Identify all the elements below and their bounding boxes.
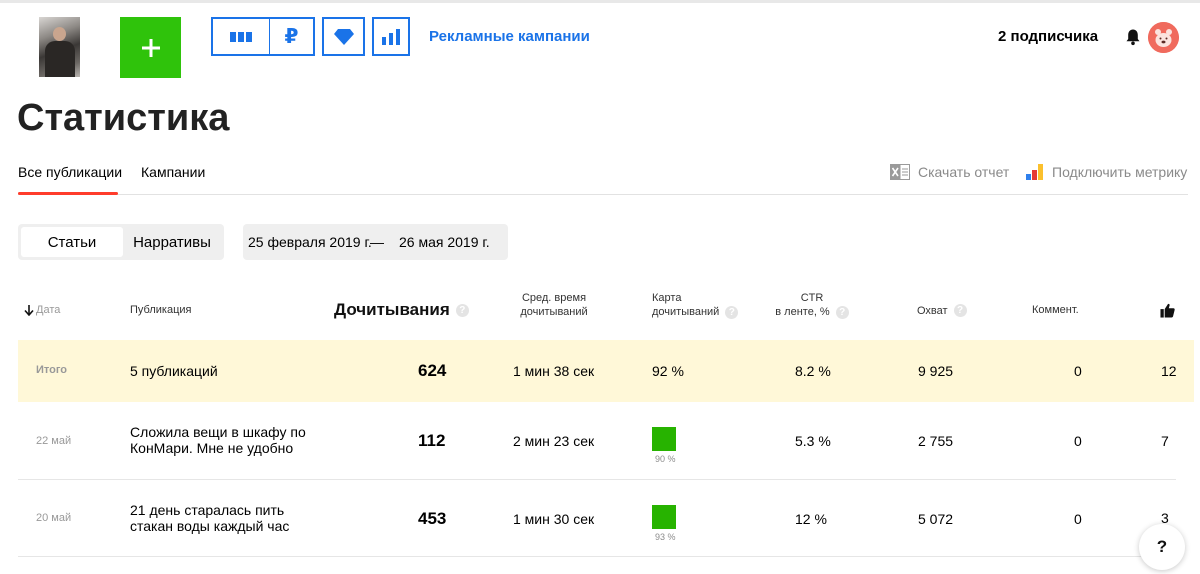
segment-articles[interactable]: Статьи: [21, 227, 123, 257]
statistics-button[interactable]: [372, 17, 410, 56]
totals-likes: 12: [1161, 363, 1177, 379]
row-reads: 453: [418, 509, 447, 528]
totals-label: Итого: [36, 364, 68, 376]
ruble-icon: ₽: [284, 25, 299, 48]
totals-publications: 5 публикаций: [130, 363, 218, 379]
row-reach: 5 072: [918, 511, 954, 527]
read-map-thumbnail[interactable]: [652, 427, 676, 451]
column-avg-time-line1: Сред. время: [521, 292, 587, 304]
help-icon[interactable]: ?: [725, 305, 739, 319]
column-reach-label: Охват: [917, 304, 948, 317]
totals-ctr: 8.2 %: [795, 363, 831, 379]
row-reach: 2 755: [918, 433, 954, 449]
subscribers-count[interactable]: 2 подписчика: [998, 28, 1098, 45]
tab-campaigns[interactable]: Кампании: [141, 164, 205, 180]
row-title-line1: Сложила вещи в шкафу по: [130, 424, 306, 440]
date-range-picker[interactable]: 25 февраля 2019 г. — 26 мая 2019 г.: [243, 224, 508, 260]
add-publication-button[interactable]: [120, 17, 181, 78]
bell-icon[interactable]: [1124, 28, 1142, 46]
connect-metrics-button[interactable]: Подключить метрику: [1026, 164, 1187, 180]
columns-icon: [230, 31, 252, 42]
column-ctr-line2: в ленте, %?: [772, 305, 852, 319]
row-title[interactable]: 21 день старалась пить стакан воды кажды…: [130, 502, 289, 534]
row-date: 20 май: [36, 512, 72, 524]
user-avatar[interactable]: [1148, 22, 1179, 53]
channel-photo[interactable]: [39, 17, 80, 77]
column-read-map[interactable]: Карта дочитываний?: [652, 291, 739, 319]
diamond-icon: [333, 28, 354, 45]
tabs-divider: [18, 194, 1188, 195]
row-date: 22 май: [36, 435, 72, 447]
date-from: 25 февраля 2019 г.: [248, 234, 372, 250]
monetization-button[interactable]: ₽: [269, 17, 315, 56]
avatar-icon: [1148, 22, 1179, 53]
help-icon[interactable]: ?: [455, 303, 469, 317]
content-type-switch: Статьи Нарративы: [18, 224, 224, 260]
read-map-percent: 93 %: [655, 532, 676, 542]
download-report-button[interactable]: Скачать отчет: [890, 164, 1009, 180]
column-read-map-line1: Карта: [652, 292, 682, 304]
column-reach[interactable]: Охват ?: [917, 304, 967, 317]
plus-icon: [141, 38, 160, 57]
totals-reads: 624: [418, 361, 447, 380]
row-title-line2: стакан воды каждый час: [130, 518, 290, 534]
thumbs-up-icon[interactable]: [1160, 303, 1175, 318]
row-likes: 7: [1161, 433, 1169, 449]
metrica-icon: [1026, 164, 1043, 180]
photo-figure: [45, 41, 75, 77]
totals-row: Итого 5 публикаций 624 1 мин 38 сек 92 %…: [18, 340, 1194, 402]
totals-avg-time: 1 мин 38 сек: [513, 363, 595, 379]
column-read-map-line2: дочитываний?: [652, 305, 739, 319]
date-to: 26 мая 2019 г.: [399, 234, 490, 250]
segment-narratives[interactable]: Нарративы: [123, 227, 221, 257]
column-ctr[interactable]: CTR в ленте, %?: [772, 291, 852, 319]
row-comments: 0: [1074, 511, 1082, 527]
table-row[interactable]: 22 май Сложила вещи в шкафу по КонМари. …: [18, 402, 1194, 479]
download-report-label: Скачать отчет: [918, 164, 1010, 180]
top-border: [0, 0, 1200, 3]
row-title-line2: КонМари. Мне не удобно: [130, 440, 294, 456]
totals-comments: 0: [1074, 363, 1082, 379]
row-title[interactable]: Сложила вещи в шкафу по КонМари. Мне не …: [130, 424, 306, 456]
columns-button[interactable]: [211, 17, 270, 56]
date-separator: —: [370, 234, 384, 250]
column-reads-label: Дочитывания: [334, 300, 450, 319]
active-tab-indicator: [18, 192, 118, 195]
column-comments[interactable]: Коммент.: [1032, 304, 1079, 316]
row-reads: 112: [418, 431, 446, 450]
connect-metrics-label: Подключить метрику: [1052, 164, 1188, 180]
excel-icon: [890, 164, 910, 180]
arrow-down-icon: [24, 304, 34, 316]
page-title: Статистика: [17, 97, 230, 139]
row-ctr: 12 %: [795, 511, 827, 527]
row-comments: 0: [1074, 433, 1082, 449]
help-icon[interactable]: ?: [835, 305, 849, 319]
column-avg-time[interactable]: Сред. время дочитываний: [512, 291, 596, 319]
row-avg-time: 2 мин 23 сек: [513, 433, 595, 449]
row-ctr: 5.3 %: [795, 433, 831, 449]
table-row[interactable]: 20 май 21 день старалась пить стакан вод…: [18, 479, 1194, 557]
help-icon[interactable]: ?: [953, 304, 967, 317]
totals-read-map: 92 %: [652, 363, 684, 379]
bar-chart-icon: [382, 28, 400, 45]
column-date-label: Дата: [36, 304, 61, 316]
ad-campaigns-link[interactable]: Рекламные кампании: [429, 28, 590, 45]
column-avg-time-line2: дочитываний: [520, 306, 588, 318]
premium-button[interactable]: [322, 17, 365, 56]
read-map-thumbnail[interactable]: [652, 505, 676, 529]
photo-face: [53, 27, 66, 41]
column-ctr-line1: CTR: [800, 292, 824, 304]
tab-all-publications[interactable]: Все публикации: [18, 164, 122, 180]
column-reads[interactable]: Дочитывания ?: [334, 300, 469, 320]
totals-reach: 9 925: [918, 363, 954, 379]
column-date-sort[interactable]: Дата: [24, 304, 60, 316]
help-button[interactable]: ?: [1139, 524, 1185, 570]
row-avg-time: 1 мин 30 сек: [513, 511, 595, 527]
row-divider: [18, 556, 1176, 557]
read-map-percent: 90 %: [655, 454, 676, 464]
row-title-line1: 21 день старалась пить: [130, 502, 285, 518]
column-publication[interactable]: Публикация: [130, 304, 191, 316]
